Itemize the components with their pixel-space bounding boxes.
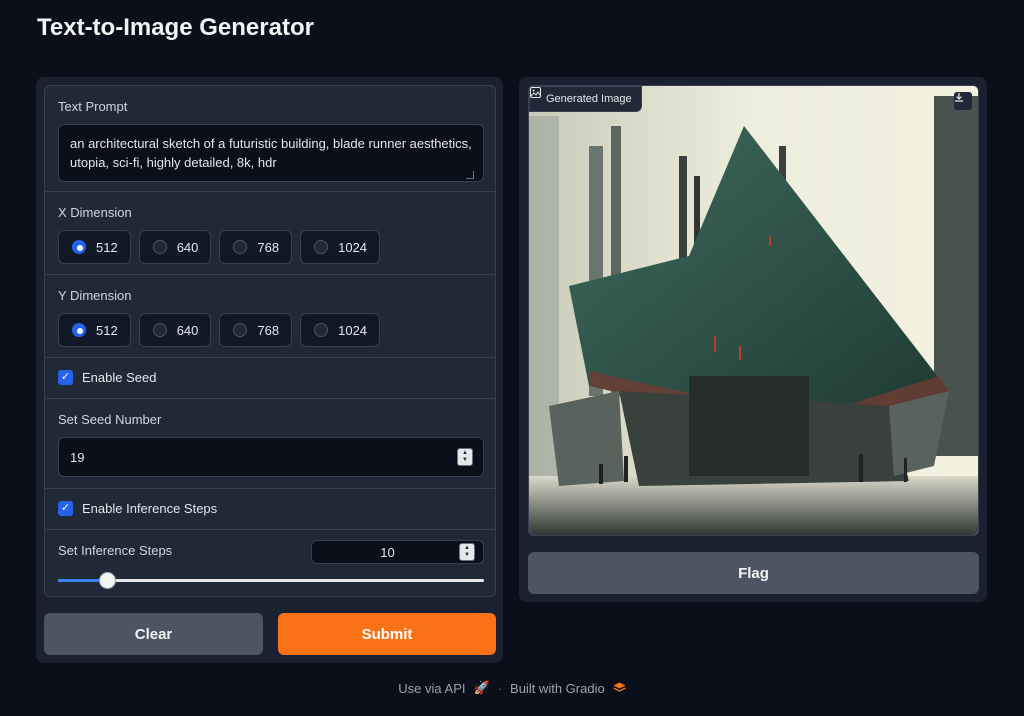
radio-label: 640 — [176, 322, 199, 338]
stepper-icon[interactable]: ▲ ▼ — [457, 448, 473, 466]
seed-number-block: Set Seed Number 19 ▲ ▼ — [45, 399, 495, 489]
radio-selected-icon[interactable] — [72, 240, 86, 254]
inference-steps-slider[interactable] — [58, 572, 484, 589]
radio-label: 512 — [96, 239, 118, 255]
seed-number-value: 19 — [70, 449, 85, 465]
prompt-block: Text Prompt an architectural sketch of a… — [45, 86, 495, 192]
y-dimension-option-512[interactable]: 512 — [58, 313, 131, 347]
radio-label: 1024 — [338, 239, 368, 255]
radio-icon[interactable] — [233, 323, 248, 337]
output-panel: Generated Image Flag — [519, 77, 987, 602]
enable-inference-block: ✓ Enable Inference Steps — [45, 489, 495, 530]
input-panel: Text Prompt an architectural sketch of a… — [36, 77, 503, 663]
radio-label: 768 — [257, 239, 280, 255]
enable-inference-label: Enable Inference Steps — [82, 501, 218, 516]
footer-separator: · — [497, 680, 503, 696]
y-dimension-option-640[interactable]: 640 — [138, 313, 212, 347]
inference-steps-input[interactable]: 10 ▲ ▼ — [311, 540, 484, 564]
checkbox-checked-icon[interactable]: ✓ — [58, 501, 73, 516]
x-dimension-block: X Dimension 512 640 768 1024 — [45, 192, 495, 275]
radio-label: 512 — [96, 322, 118, 338]
enable-seed-label: Enable Seed — [82, 370, 157, 385]
generated-image-artwork — [529, 86, 978, 535]
slider-thumb[interactable] — [98, 572, 116, 589]
generated-image-label-text: Generated Image — [546, 93, 632, 105]
enable-seed-block: ✓ Enable Seed — [45, 358, 495, 399]
checkbox-checked-icon[interactable]: ✓ — [58, 370, 73, 385]
page-title: Text-to-Image Generator — [37, 14, 314, 41]
submit-button[interactable]: Submit — [278, 613, 496, 655]
x-dimension-option-768[interactable]: 768 — [219, 230, 293, 264]
built-with-gradio-link[interactable]: Built with Gradio — [510, 681, 605, 696]
inference-steps-label: Set Inference Steps — [58, 543, 173, 558]
prompt-textarea[interactable]: an architectural sketch of a futuristic … — [58, 124, 484, 182]
gradio-logo-icon — [612, 681, 626, 696]
seed-number-input[interactable]: 19 ▲ ▼ — [58, 437, 484, 477]
inference-steps-value: 10 — [380, 544, 395, 560]
stepper-icon[interactable]: ▲ ▼ — [459, 543, 475, 561]
radio-icon[interactable] — [314, 323, 329, 337]
x-dimension-label: X Dimension — [58, 205, 132, 220]
y-dimension-option-768[interactable]: 768 — [219, 313, 293, 347]
radio-icon[interactable] — [314, 240, 329, 254]
x-dimension-option-1024[interactable]: 1024 — [300, 230, 381, 264]
radio-label: 1024 — [338, 322, 368, 338]
use-via-api-link[interactable]: Use via API — [398, 681, 465, 696]
generated-image: Generated Image — [528, 85, 979, 536]
generated-image-label: Generated Image — [529, 86, 642, 112]
clear-button[interactable]: Clear — [44, 613, 263, 655]
x-dimension-radio-group: 512 640 768 1024 — [58, 230, 381, 264]
x-dimension-option-640[interactable]: 640 — [138, 230, 212, 264]
prompt-label: Text Prompt — [58, 99, 128, 114]
radio-icon[interactable] — [233, 240, 248, 254]
enable-inference-checkbox-row[interactable]: ✓ Enable Inference Steps — [58, 501, 217, 516]
resize-grip-icon[interactable] — [466, 171, 474, 179]
radio-icon[interactable] — [152, 323, 167, 337]
y-dimension-block: Y Dimension 512 640 768 1024 — [45, 275, 495, 358]
download-icon[interactable] — [954, 92, 972, 110]
y-dimension-option-1024[interactable]: 1024 — [300, 313, 381, 347]
enable-seed-checkbox-row[interactable]: ✓ Enable Seed — [58, 370, 156, 385]
footer: Use via API 🚀 · Built with Gradio — [0, 680, 1024, 696]
seed-number-label: Set Seed Number — [58, 412, 162, 427]
radio-icon[interactable] — [152, 240, 167, 254]
x-dimension-option-512[interactable]: 512 — [58, 230, 131, 264]
y-dimension-radio-group: 512 640 768 1024 — [58, 313, 381, 347]
rocket-icon: 🚀 — [473, 680, 490, 695]
radio-label: 768 — [257, 322, 280, 338]
radio-label: 640 — [176, 239, 199, 255]
y-dimension-label: Y Dimension — [58, 288, 132, 303]
radio-selected-icon[interactable] — [72, 323, 86, 337]
form-box: Text Prompt an architectural sketch of a… — [44, 85, 496, 597]
flag-button[interactable]: Flag — [528, 552, 979, 594]
